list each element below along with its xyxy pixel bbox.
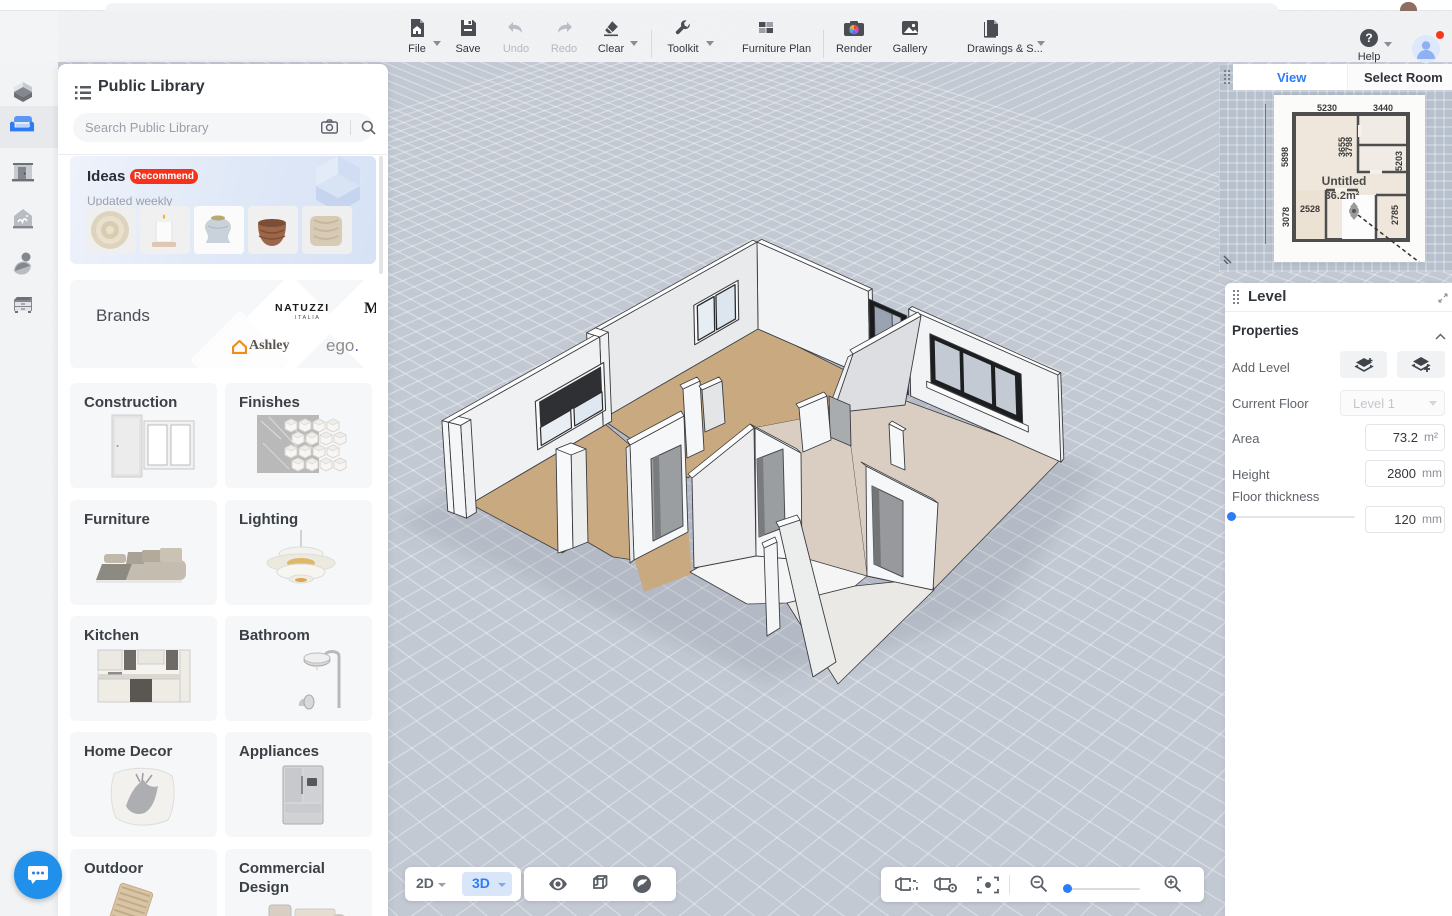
svg-text:5203: 5203	[1394, 151, 1404, 171]
svg-text:5898: 5898	[1280, 147, 1290, 167]
svg-text:3655: 3655	[1337, 137, 1347, 157]
svg-text:2528: 2528	[1300, 204, 1320, 214]
svg-text:3440: 3440	[1373, 103, 1393, 113]
svg-text:Untitled: Untitled	[1322, 174, 1367, 188]
svg-text:3078: 3078	[1281, 207, 1291, 227]
svg-text:2785: 2785	[1390, 205, 1400, 225]
svg-text:36.2m²: 36.2m²	[1325, 190, 1360, 202]
svg-text:5230: 5230	[1317, 103, 1337, 113]
